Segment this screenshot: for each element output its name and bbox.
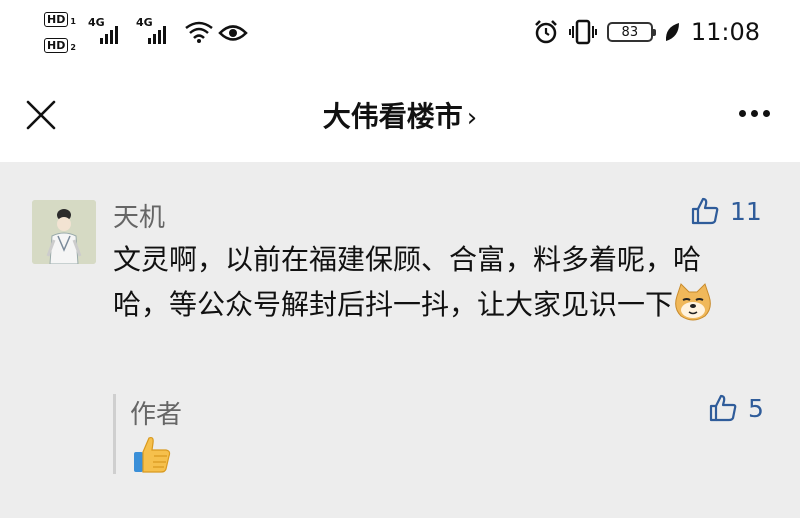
alarm-icon [534,20,557,44]
author-reply: 作者 [113,394,776,474]
dot [763,110,770,117]
eye-icon [218,25,248,41]
comment-author: 天机 [113,203,166,233]
avatar-image [32,200,96,264]
reply-like-count: 5 [748,393,764,423]
thumbs-up-icon [691,197,719,225]
chevron-right-icon: › [466,103,478,133]
hd1-indicator: HD 1 [44,12,76,27]
reply-like-button[interactable]: 5 [708,393,764,423]
leaf-icon [665,23,679,41]
page-title[interactable]: 大伟看楼市 › [0,95,800,135]
more-options-button[interactable] [739,110,770,117]
status-bar: HD 1 HD 2 4G 4G 83 11:08 [0,0,800,70]
thumbs-up-emoji-icon [134,436,171,473]
dot [751,110,758,117]
clock-time: 11:08 [690,18,760,46]
like-count: 11 [730,196,762,226]
dot [739,110,746,117]
vibrate-icon [568,19,597,45]
thumbs-up-icon [709,394,737,422]
like-button[interactable]: 11 [690,196,762,226]
wifi-icon [185,21,213,43]
doge-emoji-icon [675,283,711,321]
avatar[interactable] [32,200,96,264]
comment-text: 文灵啊，以前在福建保顾、合富，料多着呢，哈哈，等公众号解封后抖一抖，让大家见识一… [113,238,753,327]
battery-indicator: 83 [606,22,656,42]
hd2-indicator: HD 2 [44,38,76,53]
author-label: 作者 [130,400,183,430]
